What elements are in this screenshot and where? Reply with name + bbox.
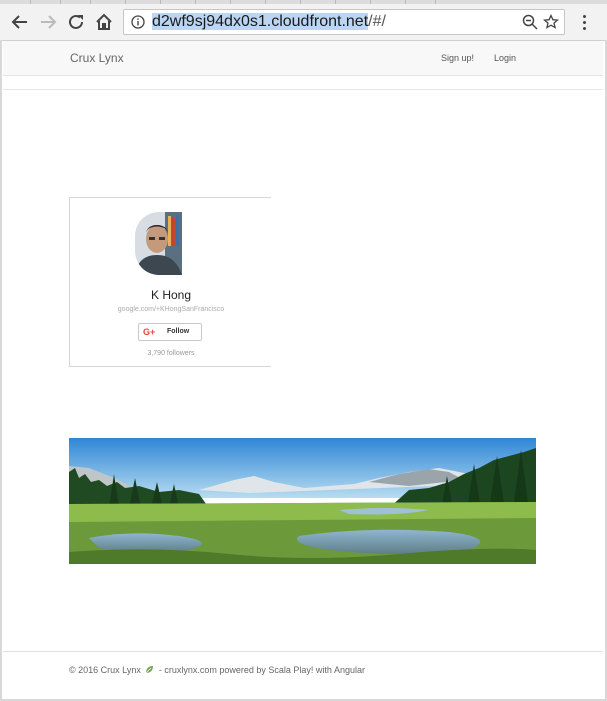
footer: © 2016 Crux Lynx - cruxlynx.com powered … xyxy=(69,665,365,676)
followers-count: 3,790 followers xyxy=(147,350,195,357)
footer-divider xyxy=(3,651,603,652)
yosemite-meadow-panorama xyxy=(69,438,536,564)
navbar-divider xyxy=(3,89,603,90)
follow-button[interactable]: G+ Follow xyxy=(138,323,202,341)
browser-toolbar: d2wf9sj94dx0s1.cloudfront.net/#/ xyxy=(0,4,607,41)
kebab-menu-icon[interactable] xyxy=(578,14,590,32)
forward-icon[interactable] xyxy=(36,10,60,34)
reload-icon[interactable] xyxy=(64,10,88,34)
info-icon[interactable] xyxy=(131,15,145,34)
url-host: d2wf9sj94dx0s1.cloudfront.net xyxy=(152,13,369,30)
avatar[interactable] xyxy=(135,212,182,275)
login-link[interactable]: Login xyxy=(494,53,516,63)
brand-link[interactable]: Crux Lynx xyxy=(70,51,124,65)
footer-copyright: © 2016 Crux Lynx xyxy=(69,665,141,675)
url-text[interactable]: d2wf9sj94dx0s1.cloudfront.net/#/ xyxy=(152,13,386,31)
signup-link[interactable]: Sign up! xyxy=(441,53,474,63)
address-bar[interactable]: d2wf9sj94dx0s1.cloudfront.net/#/ xyxy=(123,9,565,35)
site-navbar: Crux Lynx Sign up! Login xyxy=(3,41,603,76)
url-path: /#/ xyxy=(368,13,386,30)
follow-label: Follow xyxy=(167,328,190,335)
profile-name[interactable]: K Hong xyxy=(70,288,272,302)
zoom-out-icon[interactable] xyxy=(522,14,538,35)
bookmark-star-icon[interactable] xyxy=(542,13,560,35)
gplus-icon: G+ xyxy=(143,327,156,337)
back-icon[interactable] xyxy=(8,10,32,34)
leaf-icon xyxy=(145,665,154,676)
profile-url[interactable]: google.com/+KHongSanFrancisco xyxy=(70,306,272,313)
home-icon[interactable] xyxy=(92,10,116,34)
footer-credits: - cruxlynx.com powered by Scala Play! wi… xyxy=(158,665,365,675)
gplus-profile-badge: K Hong google.com/+KHongSanFrancisco G+ … xyxy=(69,197,271,367)
window-frame-left xyxy=(0,40,2,701)
